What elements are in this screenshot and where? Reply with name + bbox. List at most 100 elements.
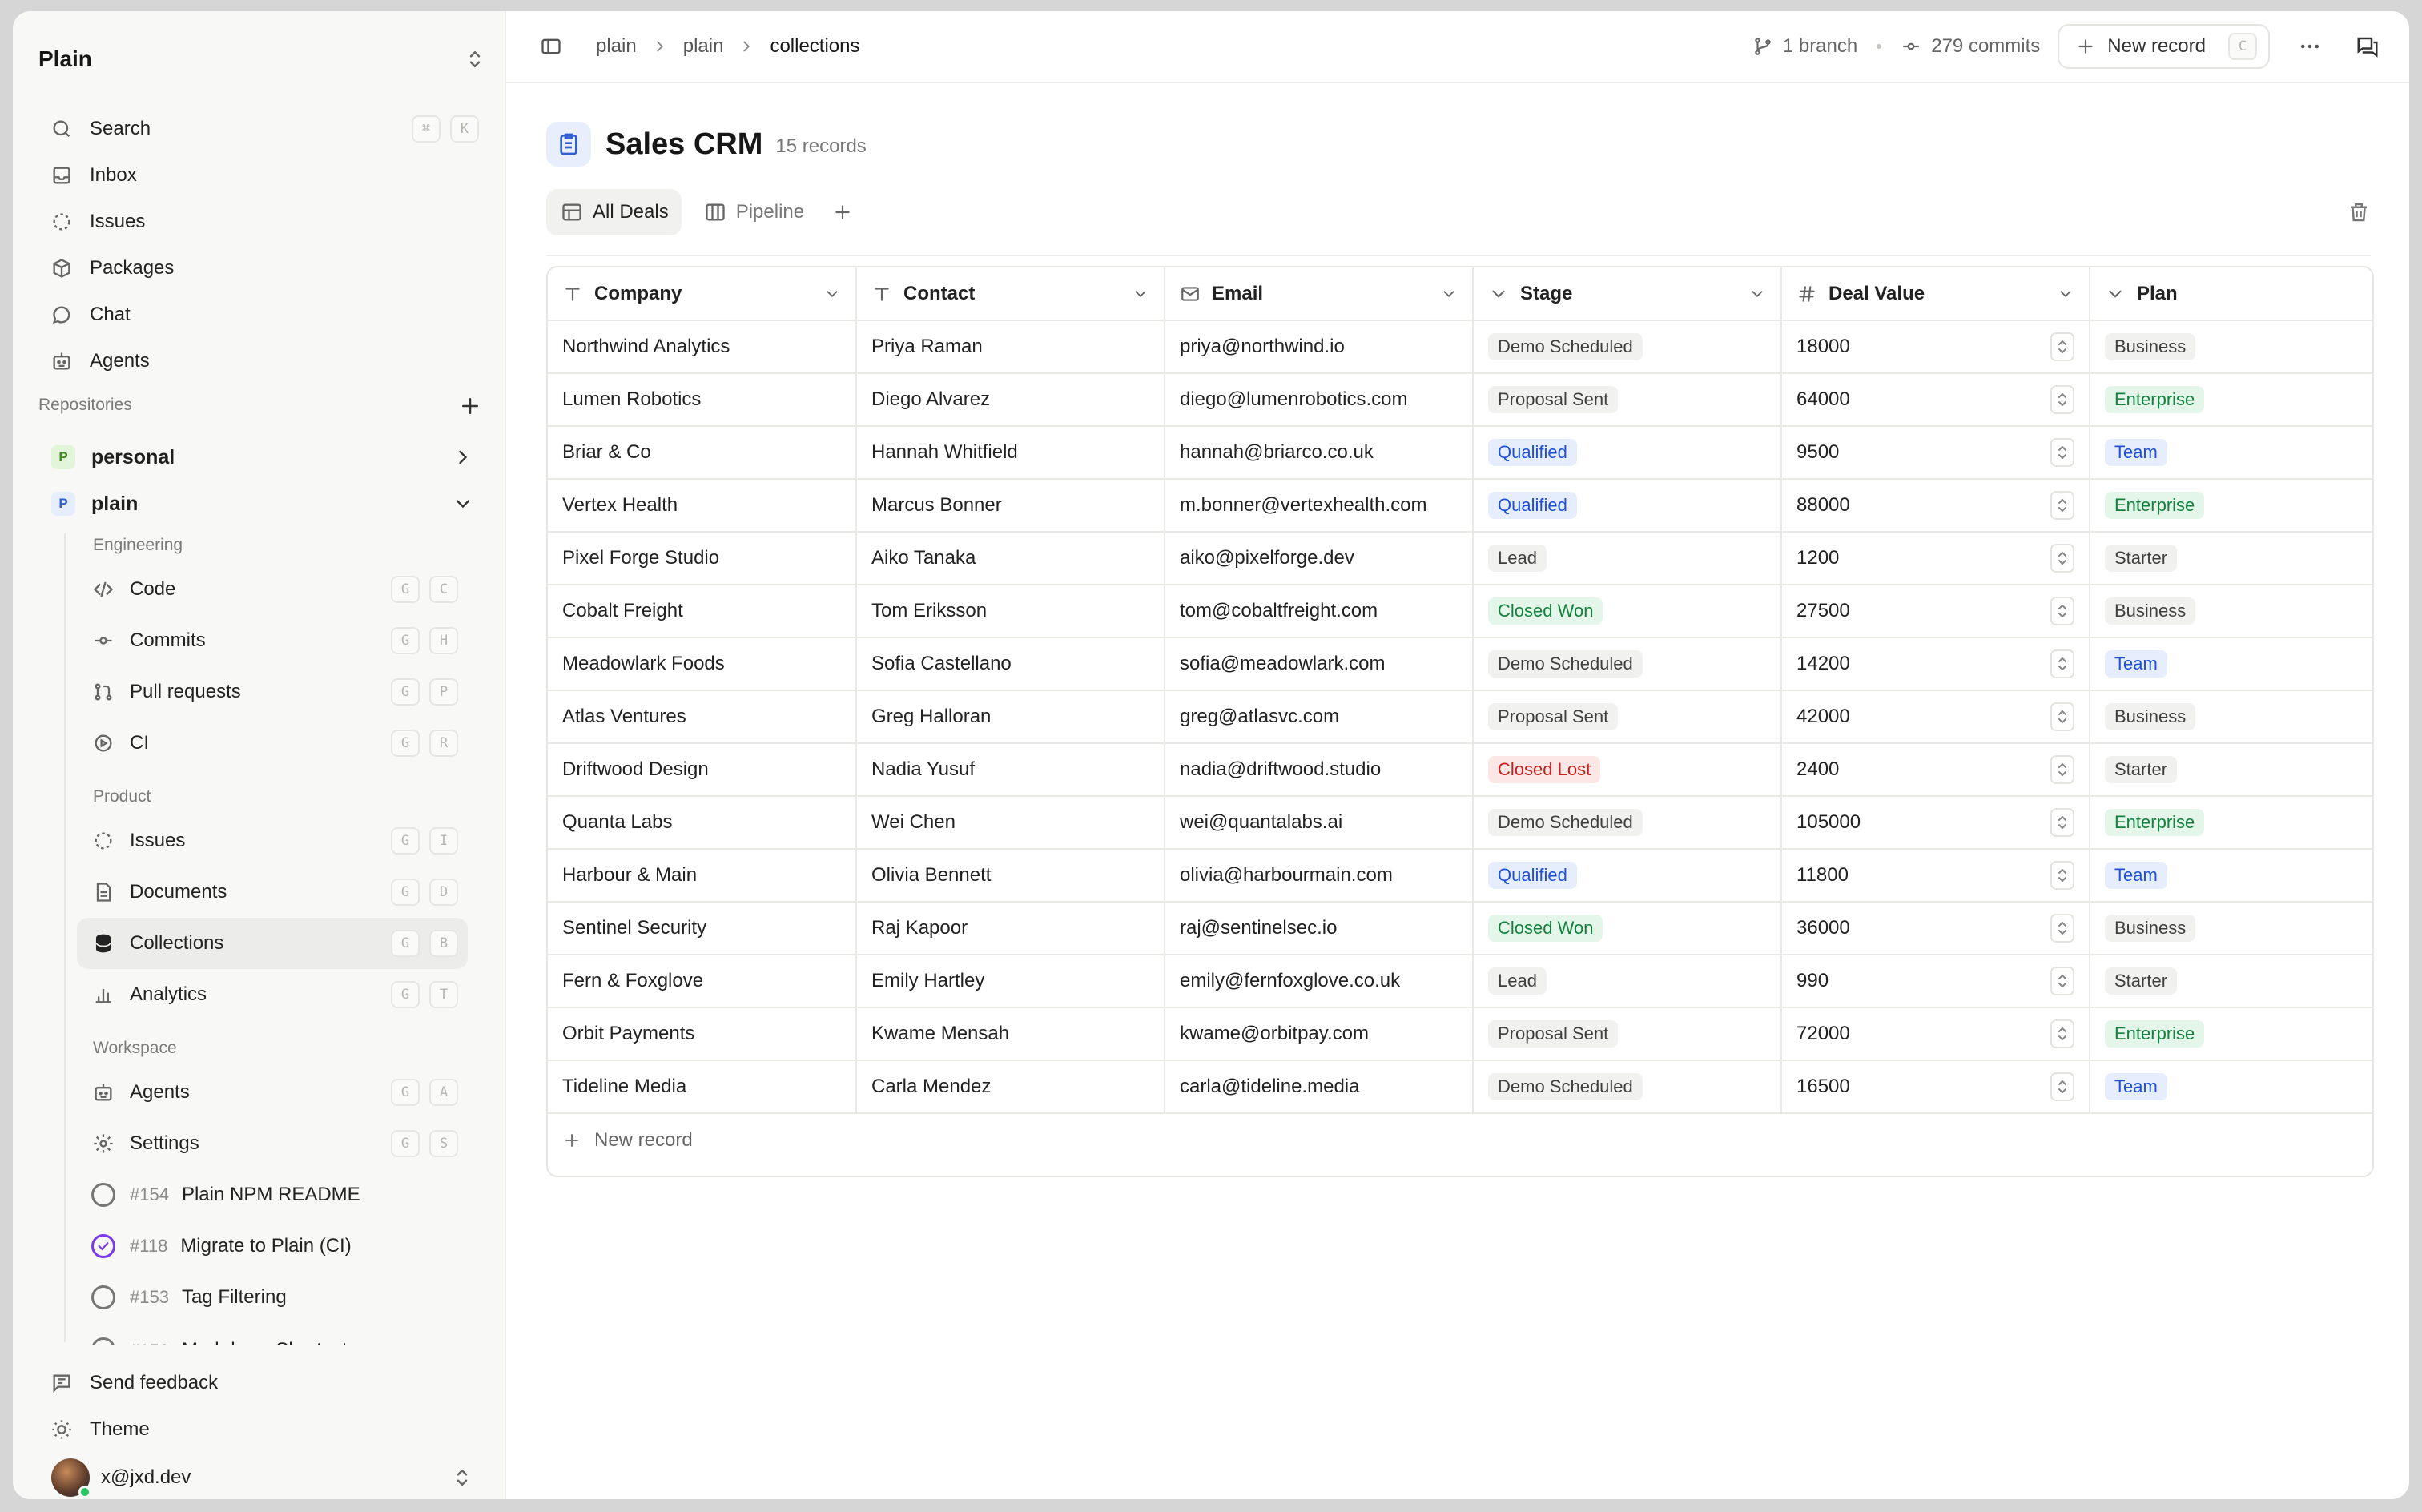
nav-search[interactable]: Search ⌘ K — [32, 106, 489, 152]
plan-cell[interactable]: Business — [2090, 585, 2372, 638]
number-stepper-icon[interactable] — [2050, 597, 2074, 625]
deal-value-cell[interactable]: 990 — [1781, 955, 2090, 1008]
deal-value-cell[interactable]: 27500 — [1781, 585, 2090, 638]
branches-link[interactable]: 1 branch — [1752, 35, 1857, 58]
email-cell[interactable]: m.bonner@vertexhealth.com — [1165, 479, 1474, 533]
subnav-agents[interactable]: Agents GA — [77, 1067, 468, 1118]
company-cell[interactable]: Northwind Analytics — [548, 320, 857, 374]
contact-cell[interactable]: Priya Raman — [856, 320, 1165, 374]
contact-cell[interactable]: Hannah Whitfield — [856, 426, 1165, 480]
contact-cell[interactable]: Olivia Bennett — [856, 849, 1165, 903]
plan-cell[interactable]: Starter — [2090, 743, 2372, 797]
deal-value-cell[interactable]: 36000 — [1781, 902, 2090, 955]
theme-toggle[interactable]: Theme — [32, 1406, 489, 1453]
table-row[interactable]: Orbit Payments Kwame Mensah kwame@orbitpay… — [548, 1007, 2372, 1061]
email-cell[interactable]: sofia@meadowlark.com — [1165, 637, 1474, 691]
deal-value-cell[interactable]: 1200 — [1781, 532, 2090, 585]
number-stepper-icon[interactable] — [2050, 438, 2074, 467]
email-cell[interactable]: raj@sentinelsec.io — [1165, 902, 1474, 955]
subnav-documents[interactable]: Documents GD — [77, 867, 468, 918]
subnav-analytics[interactable]: Analytics GT — [77, 969, 468, 1020]
sidebar-toggle-icon[interactable] — [538, 34, 564, 59]
contact-cell[interactable]: Greg Halloran — [856, 690, 1165, 744]
column-plan[interactable]: Plan — [2090, 267, 2372, 321]
stage-cell[interactable]: Proposal Sent — [1473, 1007, 1782, 1061]
stage-cell[interactable]: Demo Scheduled — [1473, 1060, 1782, 1114]
contact-cell[interactable]: Kwame Mensah — [856, 1007, 1165, 1061]
company-cell[interactable]: Fern & Foxglove — [548, 955, 857, 1008]
nav-agents[interactable]: Agents — [32, 338, 489, 384]
stage-cell[interactable]: Proposal Sent — [1473, 373, 1782, 427]
stage-cell[interactable]: Lead — [1473, 955, 1782, 1008]
plan-cell[interactable]: Enterprise — [2090, 373, 2372, 427]
email-cell[interactable]: olivia@harbourmain.com — [1165, 849, 1474, 903]
stage-cell[interactable]: Demo Scheduled — [1473, 796, 1782, 850]
email-cell[interactable]: greg@atlasvc.com — [1165, 690, 1474, 744]
number-stepper-icon[interactable] — [2050, 914, 2074, 943]
contact-cell[interactable]: Aiko Tanaka — [856, 532, 1165, 585]
table-row[interactable]: Tideline Media Carla Mendez carla@tideline… — [548, 1060, 2372, 1114]
contact-cell[interactable]: Sofia Castellano — [856, 637, 1165, 691]
stage-cell[interactable]: Demo Scheduled — [1473, 637, 1782, 691]
subnav-code[interactable]: Code GC — [77, 564, 468, 615]
email-cell[interactable]: tom@cobaltfreight.com — [1165, 585, 1474, 638]
company-cell[interactable]: Atlas Ventures — [548, 690, 857, 744]
table-row[interactable]: Northwind Analytics Priya Raman priya@nort… — [548, 320, 2372, 374]
deal-value-cell[interactable]: 14200 — [1781, 637, 2090, 691]
column-contact[interactable]: Contact — [856, 267, 1165, 321]
number-stepper-icon[interactable] — [2050, 808, 2074, 837]
breadcrumb-item[interactable]: plain — [683, 35, 724, 58]
number-stepper-icon[interactable] — [2050, 755, 2074, 784]
number-stepper-icon[interactable] — [2050, 385, 2074, 414]
stage-cell[interactable]: Qualified — [1473, 479, 1782, 533]
email-cell[interactable]: wei@quantalabs.ai — [1165, 796, 1474, 850]
number-stepper-icon[interactable] — [2050, 702, 2074, 731]
user-menu[interactable]: x@jxd.dev — [32, 1453, 489, 1499]
nav-issues[interactable]: Issues — [32, 199, 489, 245]
new-record-button[interactable]: New record C — [2058, 24, 2270, 69]
email-cell[interactable]: nadia@driftwood.studio — [1165, 743, 1474, 797]
email-cell[interactable]: hannah@briarco.co.uk — [1165, 426, 1474, 480]
column-email[interactable]: Email — [1165, 267, 1474, 321]
table-row[interactable]: Atlas Ventures Greg Halloran greg@atlasvc.… — [548, 690, 2372, 744]
company-cell[interactable]: Quanta Labs — [548, 796, 857, 850]
plan-cell[interactable]: Enterprise — [2090, 479, 2372, 533]
email-cell[interactable]: carla@tideline.media — [1165, 1060, 1474, 1114]
subnav-pull-requests[interactable]: Pull requests GP — [77, 666, 468, 718]
send-feedback[interactable]: Send feedback — [32, 1360, 489, 1406]
workspace-switcher[interactable]: Plain — [38, 35, 487, 83]
deal-value-cell[interactable]: 18000 — [1781, 320, 2090, 374]
number-stepper-icon[interactable] — [2050, 861, 2074, 890]
add-record-row[interactable]: New record — [548, 1114, 2372, 1167]
number-stepper-icon[interactable] — [2050, 649, 2074, 678]
plan-cell[interactable]: Team — [2090, 426, 2372, 480]
plan-cell[interactable]: Business — [2090, 902, 2372, 955]
stage-cell[interactable]: Proposal Sent — [1473, 690, 1782, 744]
subnav-settings[interactable]: Settings GS — [77, 1118, 468, 1169]
table-row[interactable]: Meadowlark Foods Sofia Castellano sofia@me… — [548, 637, 2372, 691]
contact-cell[interactable]: Carla Mendez — [856, 1060, 1165, 1114]
table-row[interactable]: Quanta Labs Wei Chen wei@quantalabs.ai Demo… — [548, 796, 2372, 850]
subnav-issues[interactable]: Issues GI — [77, 815, 468, 867]
repo-plain[interactable]: P plain — [32, 481, 489, 527]
company-cell[interactable]: Cobalt Freight — [548, 585, 857, 638]
nav-chat[interactable]: Chat — [32, 292, 489, 338]
table-row[interactable]: Cobalt Freight Tom Eriksson tom@cobaltfrei… — [548, 585, 2372, 638]
breadcrumb-item[interactable]: plain — [596, 35, 637, 58]
number-stepper-icon[interactable] — [2050, 491, 2074, 520]
email-cell[interactable]: kwame@orbitpay.com — [1165, 1007, 1474, 1061]
plan-cell[interactable]: Team — [2090, 1060, 2372, 1114]
stage-cell[interactable]: Demo Scheduled — [1473, 320, 1782, 374]
issue-item[interactable]: #153 Tag Filtering — [77, 1272, 468, 1323]
company-cell[interactable]: Pixel Forge Studio — [548, 532, 857, 585]
contact-cell[interactable]: Diego Alvarez — [856, 373, 1165, 427]
table-row[interactable]: Briar & Co Hannah Whitfield hannah@briarco… — [548, 426, 2372, 480]
table-row[interactable]: Sentinel Security Raj Kapoor raj@sentinels… — [548, 902, 2372, 955]
table-row[interactable]: Pixel Forge Studio Aiko Tanaka aiko@pixelf… — [548, 532, 2372, 585]
plan-cell[interactable]: Starter — [2090, 955, 2372, 1008]
tab-pipeline[interactable]: Pipeline — [690, 189, 817, 235]
company-cell[interactable]: Lumen Robotics — [548, 373, 857, 427]
plan-cell[interactable]: Business — [2090, 320, 2372, 374]
number-stepper-icon[interactable] — [2050, 1072, 2074, 1101]
stage-cell[interactable]: Qualified — [1473, 849, 1782, 903]
